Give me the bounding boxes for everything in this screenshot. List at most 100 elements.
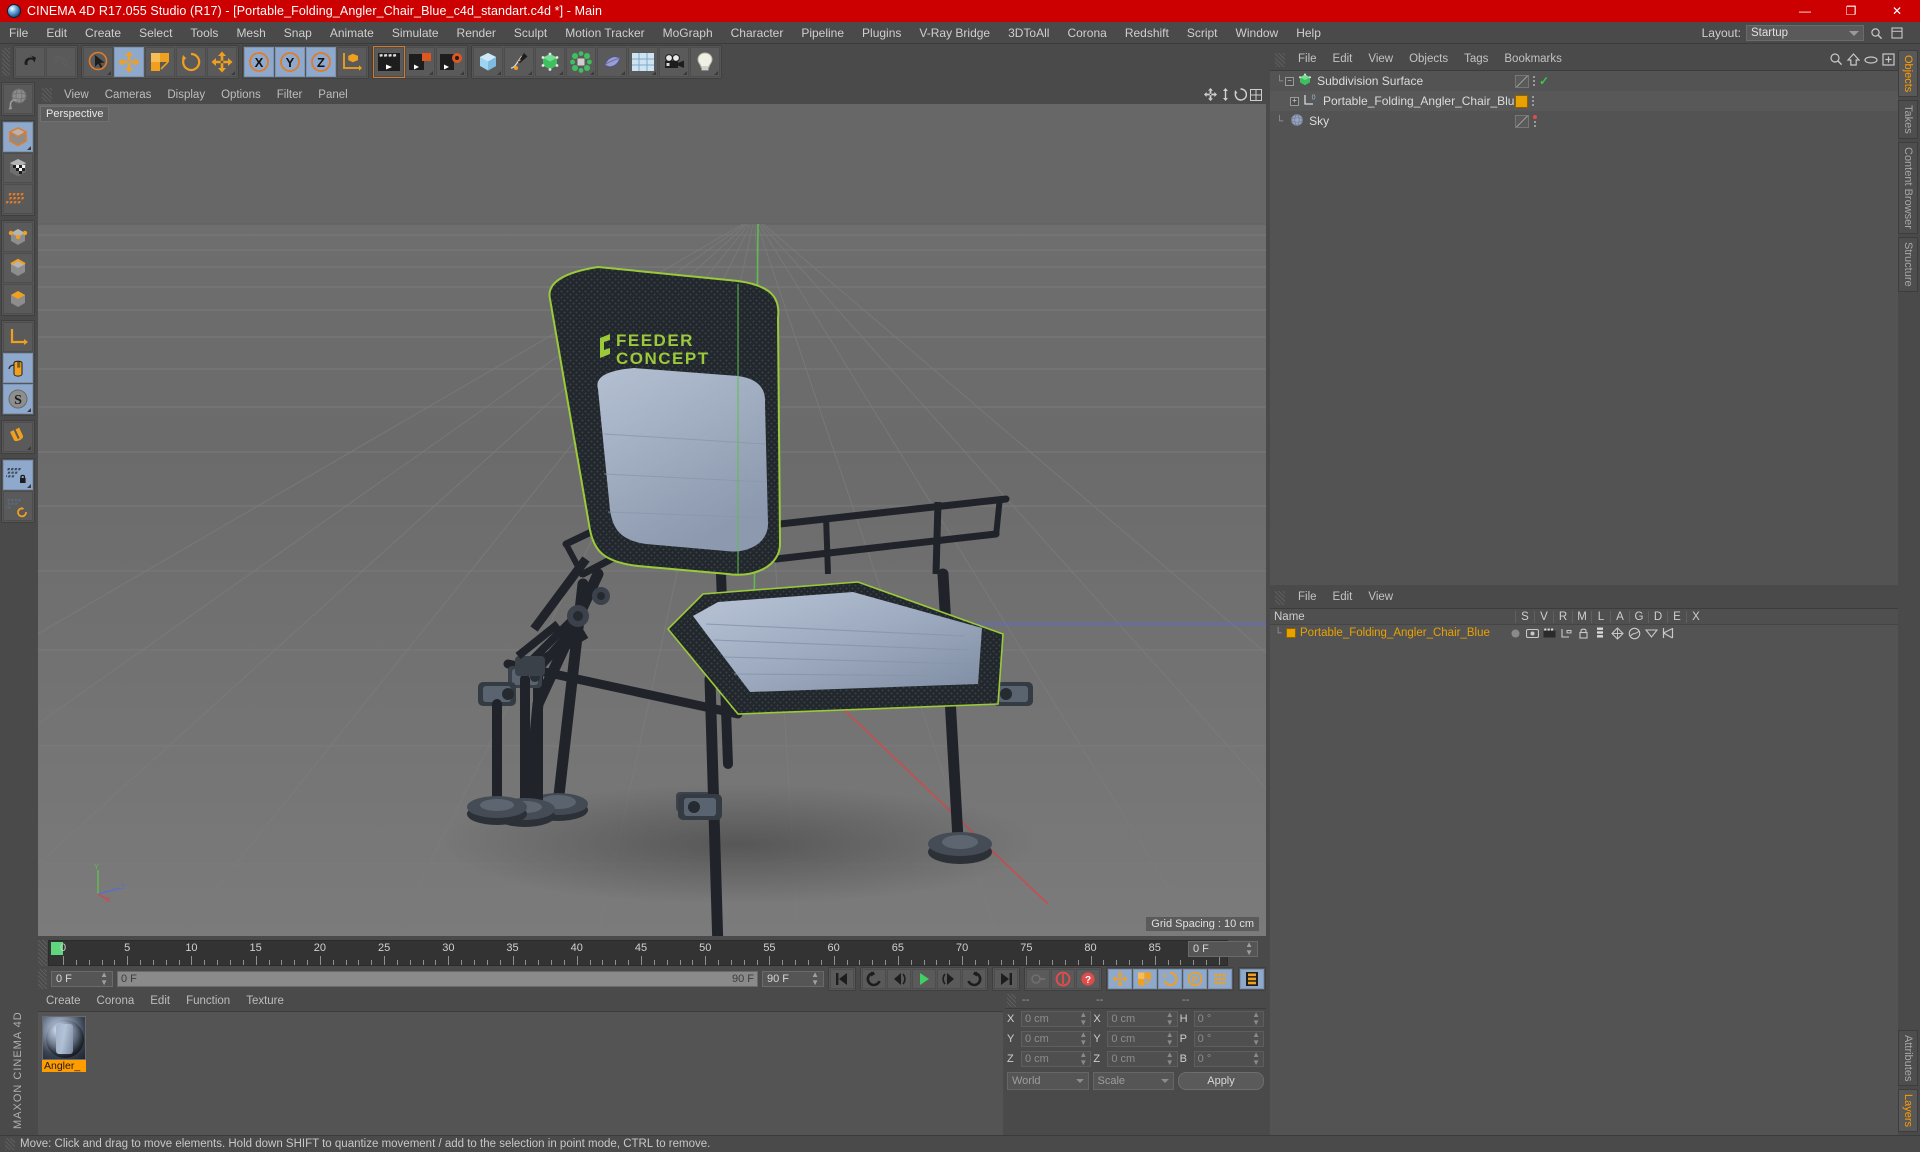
- undo-view-button[interactable]: [3, 84, 33, 114]
- material-menu-function[interactable]: Function: [178, 992, 238, 1010]
- menu-mesh[interactable]: Mesh: [227, 22, 274, 44]
- autokeying-button[interactable]: [1051, 969, 1075, 989]
- menu-mograph[interactable]: MoGraph: [654, 22, 722, 44]
- no-tag-icon[interactable]: [1515, 74, 1529, 88]
- material-menu-create[interactable]: Create: [38, 992, 89, 1010]
- size-mode-dropdown[interactable]: Scale: [1092, 1072, 1174, 1090]
- play-forward-button[interactable]: [912, 969, 936, 989]
- y-axis-lock-button[interactable]: Y: [275, 47, 305, 77]
- spinner-icon[interactable]: ▲ ▼: [1252, 1031, 1260, 1047]
- add-spline-button[interactable]: [504, 47, 534, 77]
- column-header-s[interactable]: S: [1515, 610, 1534, 623]
- rotation-b-field[interactable]: 0 ° ▲ ▼: [1193, 1051, 1264, 1067]
- material-sphere-preview[interactable]: [42, 1016, 86, 1060]
- menu-sculpt[interactable]: Sculpt: [505, 22, 556, 44]
- record-active-objects-button[interactable]: [1026, 969, 1050, 989]
- menu-animate[interactable]: Animate: [321, 22, 383, 44]
- timeline-grip[interactable]: [38, 940, 47, 966]
- render-clapper-icon[interactable]: [1542, 627, 1556, 640]
- layout-dropdown[interactable]: Startup: [1746, 25, 1864, 41]
- sky-status-icons[interactable]: [1533, 115, 1537, 127]
- expression-icon[interactable]: [1644, 627, 1658, 640]
- object-row-subdivision-surface[interactable]: └ − Subdivision Surface ✓: [1270, 71, 1898, 91]
- apply-button[interactable]: Apply: [1178, 1072, 1264, 1090]
- coordinates-grip[interactable]: [1007, 993, 1016, 1007]
- view-eye-icon[interactable]: [1525, 627, 1539, 640]
- spinner-icon[interactable]: ▲ ▼: [1252, 1011, 1260, 1027]
- tab-layers[interactable]: Layers: [1898, 1088, 1918, 1132]
- add-generator-button[interactable]: [535, 47, 565, 77]
- coord-system-dropdown[interactable]: World: [1007, 1072, 1089, 1090]
- object-manager-body[interactable]: └ − Subdivision Surface ✓ + 0 Portable_F…: [1270, 70, 1898, 585]
- go-to-start-button[interactable]: [830, 969, 854, 989]
- visibility-dots-icon[interactable]: [1534, 121, 1536, 127]
- object-row-portable-folding-angler-chair-blue[interactable]: + 0 Portable_Folding_Angler_Chair_Blue: [1270, 91, 1898, 111]
- spinner-icon[interactable]: ▲ ▼: [1079, 1011, 1087, 1027]
- expand-toggle-icon[interactable]: +: [1290, 96, 1299, 106]
- viewport-menu-view[interactable]: View: [56, 86, 97, 104]
- timeline-ruler[interactable]: 051015202530354045505560657075808590: [48, 940, 1228, 966]
- record-position-button[interactable]: [1108, 969, 1132, 989]
- material-item[interactable]: Angler_: [42, 1016, 86, 1072]
- column-header-name[interactable]: Name: [1270, 611, 1515, 623]
- visibility-dots-icon[interactable]: [1533, 76, 1535, 86]
- layer-dot-icon[interactable]: [1508, 627, 1522, 640]
- search-icon[interactable]: [1829, 52, 1843, 69]
- toolbar-grip[interactable]: [2, 48, 10, 76]
- timeline-filmstrip-button[interactable]: [1240, 969, 1264, 989]
- material-tag-icon[interactable]: [1515, 94, 1528, 108]
- menu-script[interactable]: Script: [1178, 22, 1227, 44]
- viewport-menu-grip[interactable]: [42, 88, 52, 102]
- tab-attributes[interactable]: Attributes: [1898, 1029, 1918, 1086]
- viewport-layout-icon[interactable]: [1250, 88, 1262, 104]
- object-row-sky[interactable]: └ Sky: [1270, 111, 1898, 131]
- model-mode-button[interactable]: [3, 122, 33, 152]
- timeline-start-field[interactable]: 0 F ▲ ▼: [51, 971, 113, 987]
- viewport-menu-options[interactable]: Options: [213, 86, 269, 104]
- spinner-icon[interactable]: ▲ ▼: [1252, 1051, 1260, 1067]
- column-header-r[interactable]: R: [1553, 610, 1572, 623]
- viewport-view-label[interactable]: Perspective: [40, 106, 110, 122]
- lock-icon[interactable]: [1576, 627, 1590, 640]
- range-right-handle[interactable]: 90 F: [732, 973, 754, 985]
- timeline-end-field[interactable]: 90 F ▲ ▼: [762, 971, 824, 987]
- menu-tools[interactable]: Tools: [181, 22, 227, 44]
- menu-select[interactable]: Select: [130, 22, 181, 44]
- no-tag-icon[interactable]: [1515, 114, 1529, 128]
- position-y-field[interactable]: 0 cm ▲ ▼: [1021, 1031, 1092, 1047]
- rotate-button[interactable]: [176, 47, 206, 77]
- rotation-h-field[interactable]: 0 ° ▲ ▼: [1193, 1011, 1264, 1027]
- object-menu-view[interactable]: View: [1360, 50, 1401, 69]
- column-header-m[interactable]: M: [1572, 610, 1591, 623]
- live-selection-button[interactable]: [83, 47, 113, 77]
- texture-mode-button[interactable]: [3, 153, 33, 183]
- transform-button[interactable]: [207, 47, 237, 77]
- status-bar-grip[interactable]: [5, 1138, 15, 1150]
- timeline-controls-grip[interactable]: [38, 969, 47, 989]
- ellipse-icon[interactable]: [1864, 54, 1878, 68]
- deformer-icon[interactable]: [1627, 627, 1641, 640]
- red-dot-icon[interactable]: [1533, 115, 1537, 119]
- add-environment-button[interactable]: [628, 47, 658, 77]
- size-x-field[interactable]: 0 cm ▲ ▼: [1107, 1011, 1178, 1027]
- menu-file[interactable]: File: [0, 22, 37, 44]
- up-arrow-icon[interactable]: [1846, 52, 1861, 69]
- object-menu-tags[interactable]: Tags: [1456, 50, 1496, 69]
- layer-color-swatch[interactable]: [1286, 628, 1296, 638]
- record-pla-button[interactable]: [1208, 969, 1232, 989]
- close-button[interactable]: ✕: [1874, 0, 1920, 22]
- planar-workplane-button[interactable]: [3, 491, 33, 521]
- previous-frame-button[interactable]: [887, 969, 911, 989]
- soft-selection-button[interactable]: S: [3, 384, 33, 414]
- record-scale-button[interactable]: [1133, 969, 1157, 989]
- tab-structure[interactable]: Structure: [1898, 236, 1918, 292]
- keyframe-selection-button[interactable]: ?: [1076, 969, 1100, 989]
- tab-content-browser[interactable]: Content Browser: [1898, 142, 1918, 234]
- minimize-button[interactable]: —: [1782, 0, 1828, 22]
- menu-plugins[interactable]: Plugins: [853, 22, 910, 44]
- points-mode-button[interactable]: [3, 222, 33, 252]
- object-manager-grip[interactable]: [1275, 52, 1285, 67]
- render-to-picture-viewer-button[interactable]: [405, 47, 435, 77]
- lock-workplane-button[interactable]: [3, 460, 33, 490]
- timeline-range-slider[interactable]: 0 F 90 F: [117, 971, 758, 987]
